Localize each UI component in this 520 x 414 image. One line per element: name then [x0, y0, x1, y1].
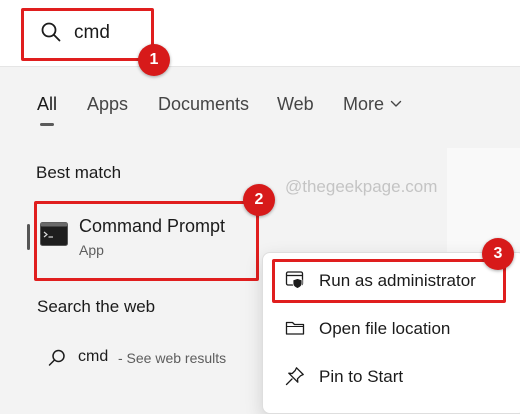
- search-web-heading: Search the web: [37, 297, 156, 316]
- step-badge-1: 1: [138, 44, 170, 76]
- tab-documents[interactable]: Documents: [158, 94, 249, 115]
- tab-all[interactable]: All: [37, 94, 57, 115]
- menu-highlight-box: [272, 259, 506, 303]
- step-badge-2: 2: [243, 184, 275, 216]
- web-result-suffix: - See web results: [118, 350, 227, 366]
- chevron-down-icon[interactable]: [390, 99, 402, 109]
- step-badge-3: 3: [482, 238, 514, 270]
- search-icon: [48, 349, 65, 366]
- menu-item-open-file-location[interactable]: Open file location: [319, 319, 450, 339]
- search-highlight-box: [21, 8, 154, 61]
- result-highlight-box: [34, 201, 259, 281]
- menu-item-pin-to-start[interactable]: Pin to Start: [319, 367, 403, 387]
- web-result-query[interactable]: cmd: [78, 348, 108, 366]
- best-match-heading: Best match: [36, 163, 122, 182]
- tab-apps[interactable]: Apps: [87, 94, 128, 115]
- pin-icon: [285, 367, 304, 386]
- tab-web[interactable]: Web: [277, 94, 314, 115]
- folder-icon: [285, 321, 305, 335]
- tab-more[interactable]: More: [343, 94, 384, 115]
- selection-indicator: [27, 224, 30, 250]
- watermark: @thegeekpage.com: [285, 177, 438, 196]
- tab-active-indicator: [40, 123, 54, 126]
